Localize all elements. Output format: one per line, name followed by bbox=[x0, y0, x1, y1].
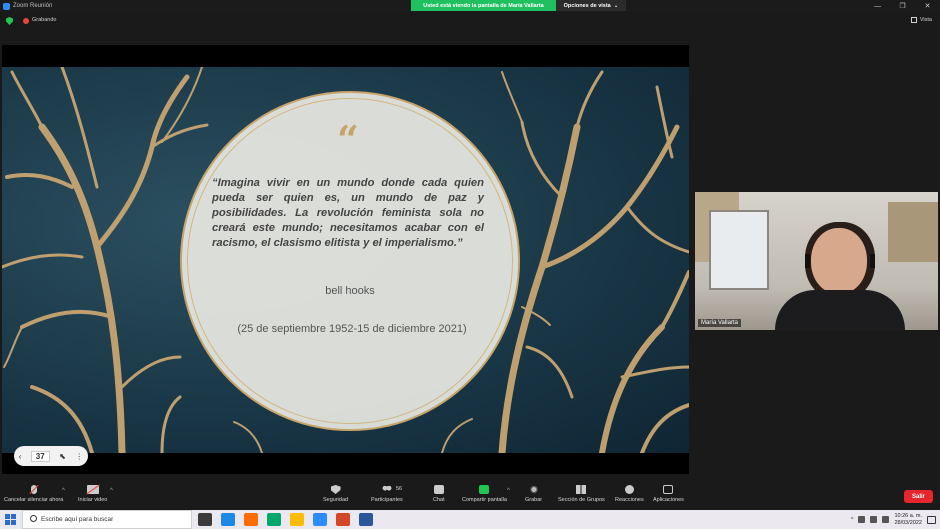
share-options-caret[interactable]: ^ bbox=[507, 488, 510, 494]
quote-text: “Imagina vivir en un mundo donde cada qu… bbox=[212, 177, 484, 249]
powerpoint-icon[interactable] bbox=[336, 513, 350, 526]
recording-icon bbox=[23, 18, 29, 24]
clock-time: 10:26 a. m. bbox=[894, 512, 922, 519]
security-shield-icon bbox=[330, 485, 341, 494]
chat-label: Chat bbox=[433, 497, 445, 503]
grid-icon bbox=[910, 17, 917, 23]
participants-button[interactable]: Participantes bbox=[371, 481, 403, 503]
participants-count: 56 bbox=[396, 486, 403, 492]
word-icon[interactable] bbox=[359, 513, 373, 526]
files-icon[interactable] bbox=[267, 513, 281, 526]
headset-icon bbox=[805, 254, 875, 268]
windows-start-icon[interactable] bbox=[5, 514, 16, 525]
start-video-button[interactable]: Iniciar video bbox=[78, 481, 107, 503]
firefox-icon[interactable] bbox=[244, 513, 258, 526]
security-label: Seguridad bbox=[323, 497, 349, 503]
audio-options-caret[interactable]: ^ bbox=[62, 488, 65, 494]
more-options-icon[interactable]: ⋮ bbox=[75, 452, 83, 461]
windows-taskbar: Escribe aquí para buscar ^ 10:26 a. m. 2… bbox=[0, 510, 940, 529]
search-icon bbox=[30, 515, 37, 522]
search-placeholder: Escribe aquí para buscar bbox=[41, 516, 114, 523]
close-button[interactable]: ✕ bbox=[915, 0, 940, 12]
share-screen-button[interactable]: Compartir pantalla bbox=[462, 481, 507, 503]
recording-label[interactable]: Grabando bbox=[32, 17, 56, 23]
restore-button[interactable]: ❐ bbox=[890, 0, 915, 12]
author-dates: (25 de septiembre 1952-15 de diciembre 2… bbox=[237, 323, 467, 335]
record-icon bbox=[528, 485, 539, 494]
participant-name-label: María Vallarta bbox=[698, 319, 741, 327]
taskbar-app-icons bbox=[198, 513, 373, 526]
view-label: Vista bbox=[919, 17, 932, 23]
reactions-icon bbox=[624, 485, 634, 494]
share-screen-icon bbox=[479, 485, 490, 494]
apps-label: Aplicaciones bbox=[653, 497, 684, 503]
start-video-label: Iniciar video bbox=[78, 497, 108, 503]
chrome-icon[interactable] bbox=[290, 513, 304, 526]
meeting-toolbar: Cancelar silenciar ahora ^ Iniciar video… bbox=[0, 481, 940, 509]
tray-overflow-caret[interactable]: ^ bbox=[851, 517, 854, 523]
previous-slide-button[interactable]: ‹ bbox=[19, 452, 22, 461]
record-label: Grabar bbox=[525, 497, 543, 503]
apps-icon bbox=[663, 485, 674, 494]
video-window bbox=[709, 210, 769, 290]
slide-number-input[interactable]: 37 bbox=[30, 450, 50, 462]
zoom-meeting-window: Zoom Reunión Usted está viendo la pantal… bbox=[0, 0, 940, 529]
share-screen-label: Compartir pantalla bbox=[462, 497, 507, 503]
shared-screen: “ “Imagina vivir en un mundo donde cada … bbox=[2, 45, 689, 474]
taskbar-clock[interactable]: 10:26 a. m. 28/03/2022 bbox=[894, 513, 922, 527]
reactions-label: Reacciones bbox=[615, 497, 644, 503]
participants-label: Participantes bbox=[371, 497, 403, 503]
quote-circle: “ “Imagina vivir en un mundo donde cada … bbox=[180, 91, 520, 431]
pointer-icon[interactable]: ⬉ bbox=[59, 452, 66, 461]
chat-icon bbox=[433, 485, 444, 494]
apps-button[interactable]: Aplicaciones bbox=[653, 481, 684, 503]
system-tray: ^ 10:26 a. m. 28/03/2022 bbox=[851, 510, 936, 529]
microphone-muted-icon bbox=[30, 485, 37, 494]
participant-video[interactable] bbox=[695, 192, 938, 330]
task-view-icon[interactable] bbox=[198, 513, 212, 526]
volume-icon[interactable] bbox=[882, 516, 890, 523]
app-title: Zoom Reunión bbox=[3, 2, 53, 10]
encryption-shield-icon[interactable] bbox=[6, 17, 13, 25]
breakout-rooms-label: Sección de Grupos bbox=[558, 497, 605, 503]
zoom-logo-icon bbox=[3, 2, 10, 10]
breakout-rooms-button[interactable]: Sección de Grupos bbox=[558, 481, 605, 503]
chevron-down-icon: ⌄ bbox=[613, 2, 619, 9]
view-button[interactable]: Vista bbox=[910, 17, 932, 23]
camera-off-icon bbox=[86, 485, 99, 494]
zoom-app-icon[interactable] bbox=[313, 513, 327, 526]
taskbar-search-input[interactable]: Escribe aquí para buscar bbox=[22, 510, 192, 529]
record-button[interactable]: Grabar bbox=[525, 481, 542, 503]
clock-date: 28/03/2022 bbox=[894, 519, 922, 526]
microphone-tray-icon[interactable] bbox=[858, 516, 866, 523]
window-title: Zoom Reunión bbox=[13, 3, 53, 9]
notifications-icon[interactable] bbox=[927, 515, 936, 524]
edge-browser-icon[interactable] bbox=[221, 513, 235, 526]
quote-mark-icon: “ bbox=[337, 117, 359, 162]
network-icon[interactable] bbox=[870, 516, 878, 523]
view-options-label: Opciones de vista bbox=[563, 2, 611, 9]
quote-author: bell hooks bbox=[325, 285, 375, 297]
chat-button[interactable]: Chat bbox=[433, 481, 445, 503]
minimize-button[interactable]: — bbox=[865, 0, 890, 12]
leave-button[interactable]: Salir bbox=[904, 490, 933, 503]
video-options-caret[interactable]: ^ bbox=[110, 488, 113, 494]
window-controls: — ❐ ✕ bbox=[865, 0, 940, 12]
slide-navigation: ‹ 37 ⬉ ⋮ bbox=[14, 446, 88, 466]
view-options-button[interactable]: Opciones de vista ⌄ bbox=[556, 0, 626, 11]
security-button[interactable]: Seguridad bbox=[323, 481, 348, 503]
participants-icon bbox=[381, 485, 392, 494]
presentation-slide: “ “Imagina vivir en un mundo donde cada … bbox=[2, 67, 689, 453]
unmute-label: Cancelar silenciar ahora bbox=[4, 497, 64, 503]
breakout-rooms-icon bbox=[576, 485, 587, 494]
video-cabinet-right bbox=[888, 202, 938, 262]
participant-body bbox=[775, 290, 905, 330]
screen-share-banner: Usted está viendo la pantalla de María V… bbox=[411, 0, 556, 11]
unmute-button[interactable]: Cancelar silenciar ahora bbox=[4, 481, 63, 503]
reactions-button[interactable]: Reacciones bbox=[615, 481, 644, 503]
